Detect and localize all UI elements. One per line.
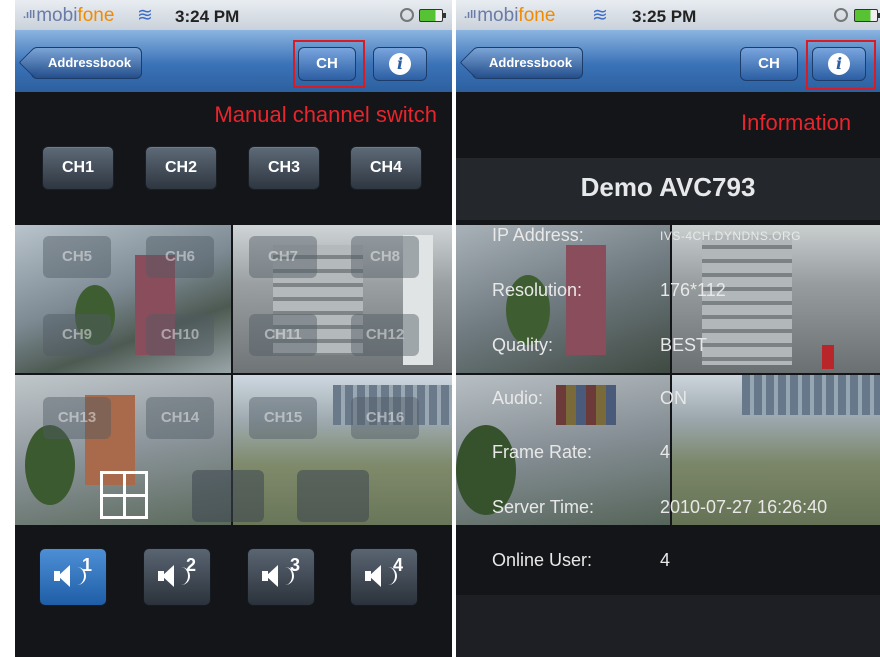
- annotation-manual-channel-switch: Manual channel switch: [214, 102, 437, 127]
- left-phone-screen: .ıllmobifone ≋ 3:24 PM Addressbook CH i …: [15, 0, 452, 657]
- overlay-channel-ch5[interactable]: CH5: [43, 236, 111, 278]
- addressbook-back-button[interactable]: Addressbook: [31, 47, 143, 79]
- info-row-server-time: Server Time: 2010-07-27 16:26:40: [492, 497, 828, 517]
- overlay-channel-ch7[interactable]: CH7: [249, 236, 317, 278]
- server-time-value: 2010-07-27 16:26:40: [660, 497, 828, 517]
- annotation-information: Information: [741, 110, 852, 135]
- bottom-band: [456, 595, 880, 657]
- info-row-quality: Quality: BEST: [492, 335, 708, 355]
- wifi-icon: ≋: [137, 5, 153, 26]
- ip-address-value: IVS-4CH.DYNDNS.ORG: [660, 229, 802, 243]
- info-button-highlight: [806, 40, 876, 90]
- info-row-online-user: Online User: 4: [492, 550, 671, 570]
- audio-channel-button-3[interactable]: 3: [247, 548, 315, 606]
- info-icon: i: [389, 53, 411, 75]
- channel-button-ch2[interactable]: CH2: [145, 146, 217, 190]
- audio-channel-button-1[interactable]: 1: [39, 548, 107, 606]
- carrier-name: .ıllmobifone: [464, 5, 556, 26]
- channel-button-ch1[interactable]: CH1: [42, 146, 114, 190]
- camera-video-grid[interactable]: [456, 225, 880, 525]
- overlay-channel-ch9[interactable]: CH9: [43, 314, 111, 356]
- overlay-channel-ch14[interactable]: CH14: [146, 397, 214, 439]
- device-name: Demo AVC793: [580, 172, 756, 202]
- quad-grid-layout-icon[interactable]: [100, 471, 148, 519]
- right-phone-screen: .ıllmobifone ≋ 3:25 PM Addressbook CH i …: [456, 0, 880, 657]
- camera-video-grid[interactable]: CH5 CH6 CH7 CH8 CH9 CH10 CH11 CH12 CH13 …: [15, 225, 452, 525]
- signal-icon: .ıll: [23, 9, 36, 21]
- addressbook-back-button[interactable]: Addressbook: [472, 47, 584, 79]
- frame-rate-value: 4: [660, 442, 671, 462]
- audio-channel-button-2[interactable]: 2: [143, 548, 211, 606]
- carrier-name: .ıllmobifone: [23, 5, 115, 26]
- quality-value: BEST: [660, 335, 708, 355]
- overlay-channel-ch15[interactable]: CH15: [249, 397, 317, 439]
- overlay-channel-ch6[interactable]: CH6: [146, 236, 214, 278]
- battery-icon: [854, 9, 880, 22]
- channel-button-ch3[interactable]: CH3: [248, 146, 320, 190]
- info-row-frame-rate: Frame Rate: 4: [492, 442, 671, 462]
- channel-button-ch4[interactable]: CH4: [350, 146, 422, 190]
- status-bar: .ıllmobifone ≋ 3:25 PM: [456, 0, 880, 30]
- overlay-channel-ch16[interactable]: CH16: [351, 397, 419, 439]
- nav-bar: Addressbook CH i: [15, 30, 452, 92]
- overlay-channel-ch13[interactable]: CH13: [43, 397, 111, 439]
- audio-channel-button-4[interactable]: 4: [350, 548, 418, 606]
- ch-button[interactable]: CH: [740, 47, 798, 81]
- overlay-channel-ch11[interactable]: CH11: [249, 314, 317, 356]
- status-time: 3:24 PM: [175, 7, 240, 26]
- layout-option-button[interactable]: [297, 470, 369, 522]
- info-row-audio: Audio: ON: [492, 388, 687, 408]
- overlay-channel-ch10[interactable]: CH10: [146, 314, 214, 356]
- rotation-lock-icon: [834, 8, 848, 22]
- wifi-icon: ≋: [592, 5, 608, 26]
- info-row-resolution: Resolution: 176*112: [492, 280, 726, 300]
- overlay-channel-ch8[interactable]: CH8: [351, 236, 419, 278]
- info-button[interactable]: i: [373, 47, 427, 81]
- rotation-lock-icon: [400, 8, 414, 22]
- info-row-ip-address: IP Address: IVS-4CH.DYNDNS.ORG: [492, 225, 802, 245]
- audio-value: ON: [660, 388, 687, 408]
- status-bar: .ıllmobifone ≋ 3:24 PM: [15, 0, 452, 30]
- layout-option-button[interactable]: [192, 470, 264, 522]
- overlay-channel-ch12[interactable]: CH12: [351, 314, 419, 356]
- resolution-value: 176*112: [660, 280, 726, 300]
- online-user-value: 4: [660, 550, 671, 570]
- status-time: 3:25 PM: [632, 7, 697, 26]
- signal-icon: .ıll: [464, 9, 477, 21]
- battery-icon: [419, 9, 446, 22]
- ch-button-highlight: [293, 40, 365, 88]
